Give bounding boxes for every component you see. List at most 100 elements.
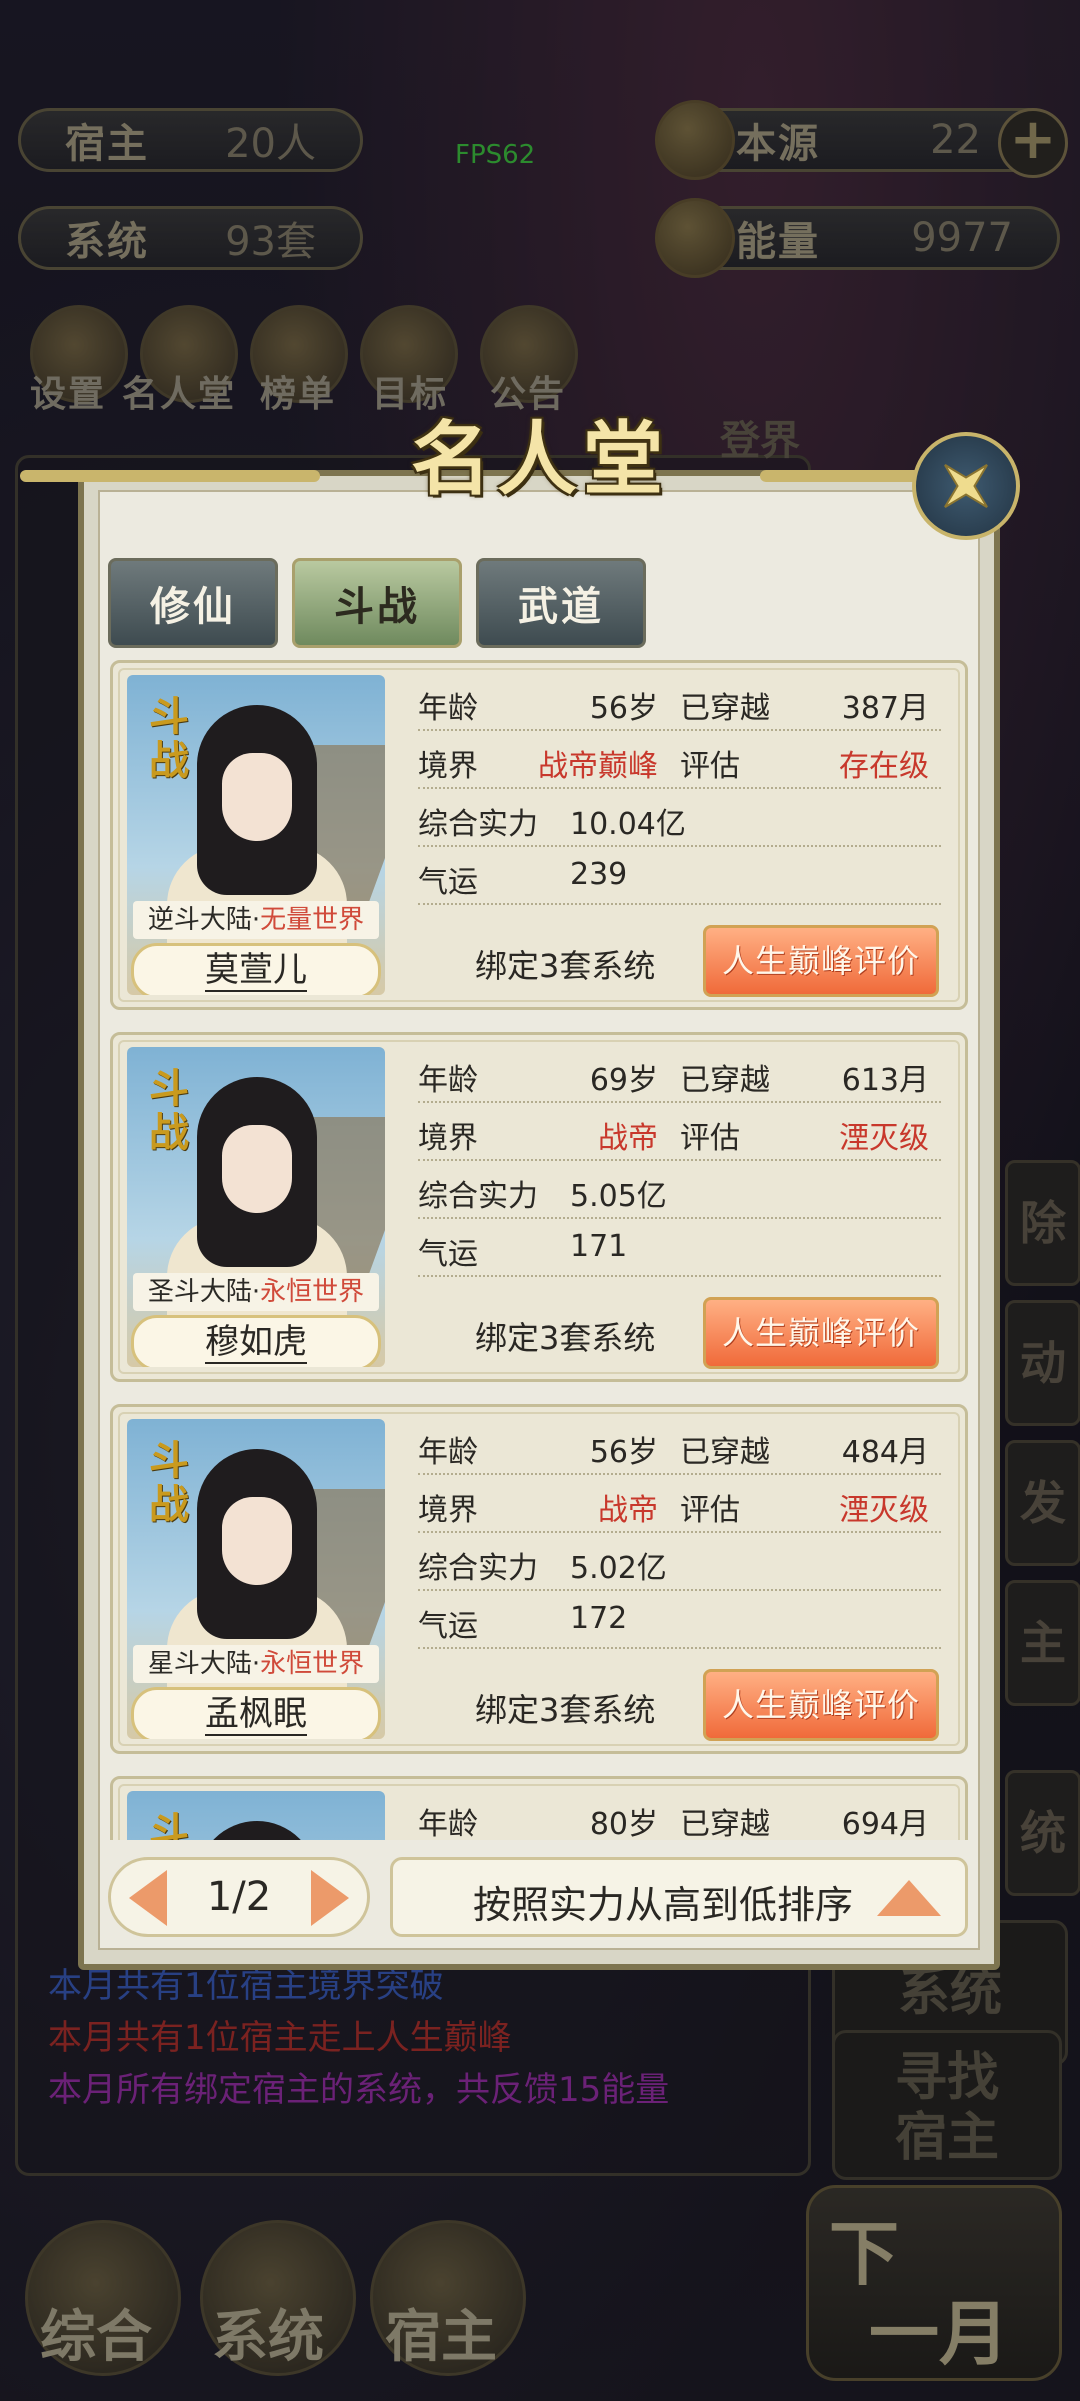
world-label: 星斗大陆·永恒世界 xyxy=(133,1645,379,1683)
traveled-key: 已穿越 xyxy=(680,1435,770,1470)
power-value: 10.04亿 xyxy=(570,807,686,842)
portrait-face xyxy=(222,753,292,841)
info-row-realm: 境界 战帝巅峰 评估 存在级 xyxy=(418,731,941,789)
fame-card: 斗战 圣斗大陆·永恒世界 穆如虎 年龄 69岁 已穿越 613月 境界 战帝 评… xyxy=(110,1032,968,1382)
traveled-value: 484月 xyxy=(841,1435,929,1470)
portrait-face xyxy=(222,1125,292,1213)
realm-key: 境界 xyxy=(418,1121,478,1156)
realm-key: 境界 xyxy=(418,1493,478,1528)
traveled-key: 已穿越 xyxy=(680,691,770,726)
info-row-age: 年龄 69岁 已穿越 613月 xyxy=(418,1045,941,1103)
age-value: 69岁 xyxy=(589,1063,658,1098)
power-key: 综合实力 xyxy=(418,1551,538,1586)
close-button[interactable] xyxy=(912,432,1020,540)
category-tag: 斗战 xyxy=(149,1066,189,1156)
realm-key: 境界 xyxy=(418,749,478,784)
next-page-arrow-icon[interactable] xyxy=(311,1870,349,1926)
host-nameplate[interactable]: 孟枫眠 xyxy=(131,1687,381,1739)
host-portrait: 斗战 星斗大陆·永恒世界 孟枫眠 xyxy=(127,1419,385,1739)
luck-value: 171 xyxy=(570,1229,628,1264)
category-tag: 斗 xyxy=(149,1810,189,1840)
modal-title: 名人堂 xyxy=(411,413,669,506)
world-prefix: 星斗大陆· xyxy=(147,1649,261,1679)
world-suffix: 永恒世界 xyxy=(260,1277,365,1307)
title-wing-left xyxy=(20,470,320,482)
world-suffix: 无量世界 xyxy=(260,905,365,935)
rating-value: 湮灭级 xyxy=(839,1493,929,1528)
close-star-icon xyxy=(943,463,989,509)
info-row-luck: 气运 171 xyxy=(418,1219,941,1277)
power-key: 综合实力 xyxy=(418,807,538,842)
modal-title-wrap: 名人堂 xyxy=(310,395,770,506)
realm-value: 战帝 xyxy=(598,1493,658,1528)
world-prefix: 圣斗大陆· xyxy=(147,1277,261,1307)
rating-key: 评估 xyxy=(680,1493,740,1528)
sort-toggle-button[interactable]: 按照实力从高到低排序 xyxy=(390,1857,968,1937)
pager: 1/2 xyxy=(108,1857,370,1937)
age-key: 年龄 xyxy=(418,691,478,726)
info-row-realm: 境界 战帝 评估 湮灭级 xyxy=(418,1475,941,1533)
world-label: 圣斗大陆·永恒世界 xyxy=(133,1273,379,1311)
host-portrait: 斗战 圣斗大陆·永恒世界 穆如虎 xyxy=(127,1047,385,1367)
info-row-power: 综合实力 5.05亿 xyxy=(418,1161,941,1219)
host-name: 穆如虎 xyxy=(205,1322,307,1364)
rating-value: 存在级 xyxy=(839,749,929,784)
sort-label: 按照实力从高到低排序 xyxy=(473,1883,854,1927)
tab-wudao[interactable]: 武道 xyxy=(476,558,646,648)
info-row-luck: 气运 239 xyxy=(418,847,941,905)
power-value: 5.02亿 xyxy=(570,1551,667,1586)
traveled-key: 已穿越 xyxy=(680,1807,770,1840)
luck-key: 气运 xyxy=(418,1237,478,1272)
luck-value: 239 xyxy=(570,857,628,892)
info-row-luck: 气运 172 xyxy=(418,1591,941,1649)
traveled-value: 694月 xyxy=(841,1807,929,1840)
fame-card: 斗战 逆斗大陆·无量世界 莫萱儿 年龄 56岁 已穿越 387月 境界 战帝巅峰… xyxy=(110,660,968,1010)
category-tag: 斗战 xyxy=(149,1438,189,1528)
title-wing-right xyxy=(760,470,920,482)
world-label: 逆斗大陆·无量世界 xyxy=(133,901,379,939)
info-row-power: 综合实力 5.02亿 xyxy=(418,1533,941,1591)
world-suffix: 永恒世界 xyxy=(260,1649,365,1679)
world-prefix: 逆斗大陆· xyxy=(147,905,261,935)
luck-key: 气运 xyxy=(418,865,478,900)
bind-count: 绑定3套系统 xyxy=(475,1319,656,1357)
info-row-age: 年龄 56岁 已穿越 387月 xyxy=(418,673,941,731)
portrait-face xyxy=(222,1497,292,1585)
fame-card-partial: 斗 年龄 80岁 已穿越 694月 xyxy=(110,1776,968,1840)
age-key: 年龄 xyxy=(418,1063,478,1098)
peak-evaluation-button[interactable]: 人生巅峰评价 xyxy=(703,1297,939,1369)
luck-value: 172 xyxy=(570,1601,628,1636)
host-name: 孟枫眠 xyxy=(205,1694,307,1736)
realm-value: 战帝 xyxy=(598,1121,658,1156)
rating-key: 评估 xyxy=(680,749,740,784)
tab-xiuxian[interactable]: 修仙 xyxy=(108,558,278,648)
tab-douzhan[interactable]: 斗战 xyxy=(292,558,462,648)
luck-key: 气运 xyxy=(418,1609,478,1644)
traveled-key: 已穿越 xyxy=(680,1063,770,1098)
info-row-age: 年龄 56岁 已穿越 484月 xyxy=(418,1417,941,1475)
category-tag: 斗战 xyxy=(149,694,189,784)
fame-list[interactable]: 斗战 逆斗大陆·无量世界 莫萱儿 年龄 56岁 已穿越 387月 境界 战帝巅峰… xyxy=(110,660,970,1840)
peak-evaluation-button[interactable]: 人生巅峰评价 xyxy=(703,1669,939,1741)
info-row-realm: 境界 战帝 评估 湮灭级 xyxy=(418,1103,941,1161)
age-value: 56岁 xyxy=(589,1435,658,1470)
age-value: 80岁 xyxy=(589,1807,658,1840)
age-key: 年龄 xyxy=(418,1435,478,1470)
age-key: 年龄 xyxy=(418,1807,478,1840)
host-nameplate[interactable]: 穆如虎 xyxy=(131,1315,381,1367)
host-portrait: 斗 xyxy=(127,1791,385,1840)
power-value: 5.05亿 xyxy=(570,1179,667,1214)
traveled-value: 613月 xyxy=(841,1063,929,1098)
host-name: 莫萱儿 xyxy=(205,950,307,992)
rating-value: 湮灭级 xyxy=(839,1121,929,1156)
bind-count: 绑定3套系统 xyxy=(475,947,656,985)
portrait-hair xyxy=(197,1821,317,1840)
info-row-power: 综合实力 10.04亿 xyxy=(418,789,941,847)
host-nameplate[interactable]: 莫萱儿 xyxy=(131,943,381,995)
realm-value: 战帝巅峰 xyxy=(538,749,658,784)
rating-key: 评估 xyxy=(680,1121,740,1156)
bind-count: 绑定3套系统 xyxy=(475,1691,656,1729)
peak-evaluation-button[interactable]: 人生巅峰评价 xyxy=(703,925,939,997)
power-key: 综合实力 xyxy=(418,1179,538,1214)
sort-up-arrow-icon xyxy=(877,1880,941,1916)
